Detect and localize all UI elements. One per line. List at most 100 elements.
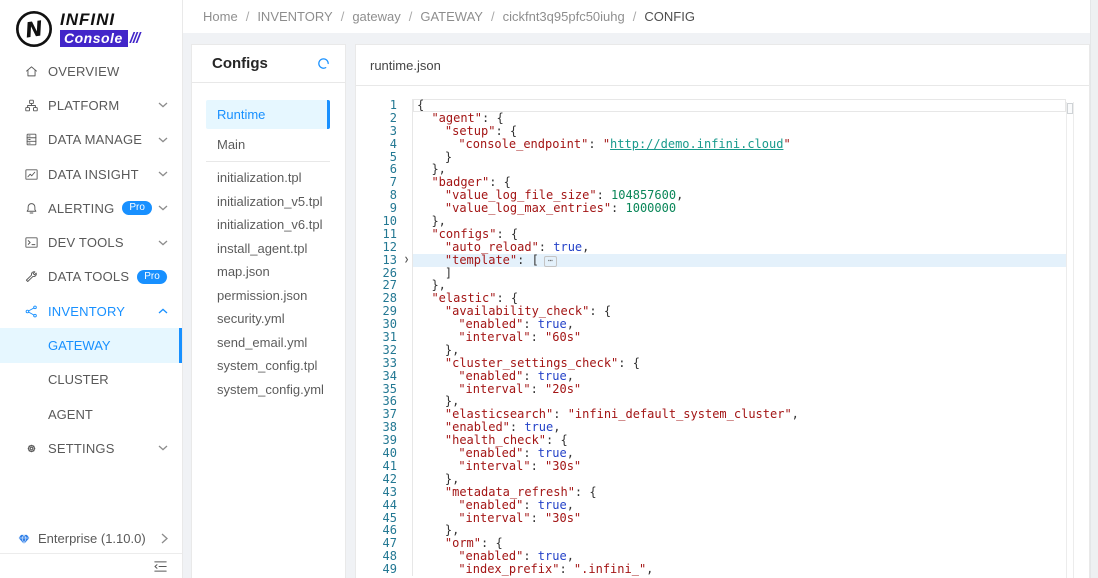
app-logo[interactable]: N INFINI Console /// xyxy=(0,0,182,54)
fold-collapsed-icon[interactable]: ❯ xyxy=(404,254,409,267)
sidebar-item-data-insight[interactable]: DATA INSIGHT xyxy=(0,157,182,191)
config-file-permission.json[interactable]: permission.json xyxy=(192,284,345,308)
line-number[interactable]: 34 xyxy=(356,369,413,383)
sidebar-item-alerting[interactable]: ALERTING Pro xyxy=(0,191,182,225)
code-line-41[interactable]: 41 "interval": "30s" xyxy=(356,459,1066,473)
sidebar-item-label: DATA TOOLS xyxy=(48,269,130,285)
code-line-49[interactable]: 49 "index_prefix": ".infini_", xyxy=(356,563,1066,576)
line-number[interactable]: 32 xyxy=(356,344,413,357)
sidebar-subitem-agent[interactable]: AGENT xyxy=(0,397,182,431)
config-file-send_email.yml[interactable]: send_email.yml xyxy=(192,331,345,355)
sidebar-item-inventory[interactable]: INVENTORY xyxy=(0,294,182,328)
code-line-35[interactable]: 35 "interval": "20s" xyxy=(356,382,1066,396)
sidebar-item-platform[interactable]: PLATFORM xyxy=(0,88,182,122)
sidebar-subitem-gateway[interactable]: GATEWAY xyxy=(0,328,182,363)
sidebar-item-label: PLATFORM xyxy=(48,97,120,113)
code-line-4[interactable]: 4 "console_endpoint": "http://demo.infini… xyxy=(356,137,1066,151)
config-file-system_config.yml[interactable]: system_config.yml xyxy=(192,378,345,402)
sidebar-item-overview[interactable]: OVERVIEW xyxy=(0,54,182,88)
chevron-right-icon xyxy=(161,533,168,544)
tool-icon xyxy=(25,271,37,283)
config-file-system_config.tpl[interactable]: system_config.tpl xyxy=(192,354,345,378)
menu-fold-icon[interactable] xyxy=(152,558,169,575)
folded-region-widget[interactable]: ⋯ xyxy=(543,255,557,267)
line-number[interactable]: 40 xyxy=(356,447,413,460)
line-number[interactable]: 3 xyxy=(356,124,413,138)
configs-list: Runtime Main initialization.tpl initializat… xyxy=(192,83,345,401)
line-number[interactable]: 1 xyxy=(356,99,413,112)
code-line-13[interactable]: 13 ❯ "template": [⋯ xyxy=(356,253,1066,267)
line-number[interactable]: 12 xyxy=(356,240,413,254)
editor-scrollbar-thumb[interactable] xyxy=(1067,103,1073,114)
editor-panel: runtime.json 1{2 "agent": {3 "setup": {4 "c… xyxy=(355,44,1090,578)
line-number[interactable]: 2 xyxy=(356,111,413,125)
breadcrumb-item[interactable]: cickfnt3q95pfc50iuhg xyxy=(503,9,625,24)
breadcrumb: Home / INVENTORY / gateway / GATEWAY / cickfnt3q… xyxy=(203,9,695,24)
page-scrollbar[interactable] xyxy=(1090,0,1098,578)
config-file-initialization_v6.tpl[interactable]: initialization_v6.tpl xyxy=(192,213,345,237)
line-number[interactable]: 5 xyxy=(356,150,413,164)
code-line-31[interactable]: 31 "interval": "60s" xyxy=(356,331,1066,344)
line-number[interactable]: 42 xyxy=(356,472,413,486)
line-number[interactable]: 6 xyxy=(356,163,413,177)
sidebar-item-dev-tools[interactable]: DEV TOOLS xyxy=(0,225,182,259)
breadcrumb-item[interactable]: Home xyxy=(203,9,238,24)
share-icon xyxy=(25,305,37,318)
config-file-map.json[interactable]: map.json xyxy=(192,260,345,284)
breadcrumb-item[interactable]: INVENTORY xyxy=(257,9,332,24)
config-item-main[interactable]: Main xyxy=(206,130,330,159)
code-line-26[interactable]: 26] xyxy=(356,266,1066,280)
terminal-icon xyxy=(25,237,38,248)
line-number[interactable]: 33 xyxy=(356,356,413,370)
line-number[interactable]: 31 xyxy=(356,331,413,344)
enterprise-version-button[interactable]: Enterprise (1.10.0) xyxy=(0,524,182,553)
sidebar-item-data-tools[interactable]: DATA TOOLS Pro xyxy=(0,260,182,294)
line-number[interactable]: 41 xyxy=(356,460,413,473)
config-item-runtime[interactable]: Runtime xyxy=(206,100,330,129)
sidebar-item-settings[interactable]: SETTINGS xyxy=(0,431,182,465)
breadcrumb-item[interactable]: gateway xyxy=(352,9,400,24)
code-line-9[interactable]: 9 "value_log_max_entries": 1000000 xyxy=(356,202,1066,216)
database-icon xyxy=(26,133,37,146)
line-number[interactable]: 43 xyxy=(356,485,413,499)
home-icon xyxy=(26,66,37,76)
sidebar-subitem-label: GATEWAY xyxy=(48,338,111,354)
line-number[interactable]: 4 xyxy=(356,137,413,151)
breadcrumb-item: CONFIG xyxy=(644,9,695,24)
breadcrumb-item[interactable]: GATEWAY xyxy=(420,9,483,24)
chevron-up-icon xyxy=(158,308,168,314)
line-number[interactable]: 49 xyxy=(356,563,413,576)
breadcrumb-separator: / xyxy=(408,9,413,24)
line-number[interactable]: 44 xyxy=(356,498,413,512)
sidebar-item-label: DEV TOOLS xyxy=(48,235,124,251)
editor-scrollbar[interactable] xyxy=(1066,102,1074,578)
chevron-down-icon xyxy=(158,445,168,451)
sidebar-menu: OVERVIEW PLATFORM DATA MANAGE DATA INSIGHT A… xyxy=(0,54,182,466)
line-number[interactable]: 10 xyxy=(356,215,413,228)
sidebar-item-label: SETTINGS xyxy=(48,440,115,456)
sidebar-subitem-cluster[interactable]: CLUSTER xyxy=(0,363,182,397)
config-file-initialization_v5.tpl[interactable]: initialization_v5.tpl xyxy=(192,190,345,214)
config-file-install_agent.tpl[interactable]: install_agent.tpl xyxy=(192,237,345,261)
url-link[interactable]: http://demo.infini.cloud xyxy=(610,137,783,151)
sidebar-item-label: DATA MANAGE xyxy=(48,132,143,148)
app-window: N INFINI Console /// OVERVIEW PLATFORM DAT… xyxy=(0,0,1098,578)
editor-file-title: runtime.json xyxy=(370,57,441,73)
chevron-down-icon xyxy=(158,102,168,108)
config-file-initialization.tpl[interactable]: initialization.tpl xyxy=(192,166,345,190)
configs-panel-title: Configs xyxy=(212,55,268,72)
line-number[interactable]: 7 xyxy=(356,176,413,190)
config-file-security.yml[interactable]: security.yml xyxy=(192,307,345,331)
line-number[interactable]: 8 xyxy=(356,189,413,203)
line-number[interactable]: 11 xyxy=(356,228,413,241)
sidebar-item-data-manage[interactable]: DATA MANAGE xyxy=(0,123,182,157)
chevron-down-icon xyxy=(158,205,168,211)
reload-icon[interactable] xyxy=(316,56,331,71)
breadcrumb-separator: / xyxy=(632,9,637,24)
code-editor[interactable]: 1{2 "agent": {3 "setup": {4 "console_endpoi… xyxy=(356,86,1089,578)
gear-icon xyxy=(27,444,36,453)
code-line-5[interactable]: 5} xyxy=(356,150,1066,164)
code-line-45[interactable]: 45 "interval": "30s" xyxy=(356,511,1066,525)
line-number[interactable]: 13 ❯ xyxy=(356,253,413,267)
brand-slashes-decoration: /// xyxy=(129,29,140,47)
